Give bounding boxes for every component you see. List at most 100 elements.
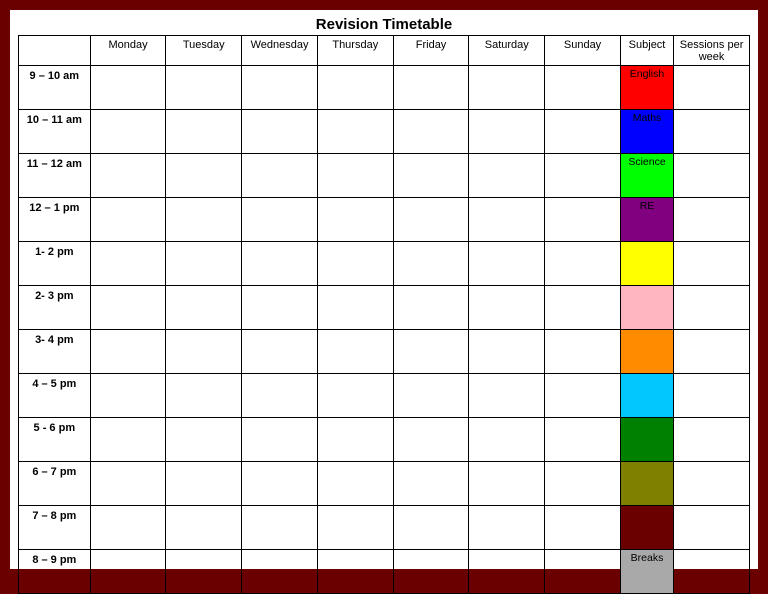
slot-cell <box>242 154 318 198</box>
slot-cell <box>469 550 545 594</box>
subject-cell: Breaks <box>620 550 673 594</box>
header-day-mon: Monday <box>90 36 166 66</box>
time-cell: 1- 2 pm <box>19 242 91 286</box>
slot-cell <box>242 462 318 506</box>
sessions-cell <box>674 154 750 198</box>
header-time <box>19 36 91 66</box>
slot-cell <box>469 330 545 374</box>
subject-cell: Maths <box>620 110 673 154</box>
table-row: 12 – 1 pmRE <box>19 198 750 242</box>
slot-cell <box>166 154 242 198</box>
slot-cell <box>317 198 393 242</box>
subject-cell <box>620 374 673 418</box>
time-cell: 2- 3 pm <box>19 286 91 330</box>
table-row: 6 – 7 pm <box>19 462 750 506</box>
slot-cell <box>317 506 393 550</box>
slot-cell <box>90 374 166 418</box>
slot-cell <box>469 198 545 242</box>
slot-cell <box>317 286 393 330</box>
time-cell: 7 – 8 pm <box>19 506 91 550</box>
table-row: 10 – 11 amMaths <box>19 110 750 154</box>
slot-cell <box>166 242 242 286</box>
header-sessions: Sessions per week <box>674 36 750 66</box>
slot-cell <box>469 374 545 418</box>
header-subject: Subject <box>620 36 673 66</box>
time-cell: 9 – 10 am <box>19 66 91 110</box>
slot-cell <box>469 286 545 330</box>
slot-cell <box>545 374 621 418</box>
slot-cell <box>545 242 621 286</box>
slot-cell <box>393 110 469 154</box>
sessions-cell <box>674 66 750 110</box>
slot-cell <box>90 330 166 374</box>
timetable-page: Revision Timetable Monday Tuesday Wednes… <box>10 10 758 569</box>
slot-cell <box>393 506 469 550</box>
slot-cell <box>242 506 318 550</box>
slot-cell <box>393 418 469 462</box>
slot-cell <box>166 462 242 506</box>
slot-cell <box>393 242 469 286</box>
slot-cell <box>469 66 545 110</box>
slot-cell <box>242 550 318 594</box>
sessions-cell <box>674 242 750 286</box>
slot-cell <box>90 110 166 154</box>
slot-cell <box>317 418 393 462</box>
table-row: 4 – 5 pm <box>19 374 750 418</box>
subject-cell <box>620 506 673 550</box>
table-row: 1- 2 pm <box>19 242 750 286</box>
slot-cell <box>166 506 242 550</box>
slot-cell <box>317 242 393 286</box>
sessions-cell <box>674 418 750 462</box>
slot-cell <box>545 66 621 110</box>
table-row: 9 – 10 am English <box>19 66 750 110</box>
slot-cell <box>166 418 242 462</box>
slot-cell <box>469 242 545 286</box>
slot-cell <box>317 374 393 418</box>
slot-cell <box>90 506 166 550</box>
slot-cell <box>166 286 242 330</box>
subject-cell: English <box>620 66 673 110</box>
time-cell: 5 - 6 pm <box>19 418 91 462</box>
slot-cell <box>469 462 545 506</box>
slot-cell <box>393 66 469 110</box>
time-cell: 3- 4 pm <box>19 330 91 374</box>
slot-cell <box>242 198 318 242</box>
header-day-sun: Sunday <box>545 36 621 66</box>
slot-cell <box>317 550 393 594</box>
sessions-cell <box>674 110 750 154</box>
slot-cell <box>90 418 166 462</box>
time-cell: 12 – 1 pm <box>19 198 91 242</box>
slot-cell <box>90 286 166 330</box>
slot-cell <box>242 110 318 154</box>
slot-cell <box>166 330 242 374</box>
slot-cell <box>166 66 242 110</box>
header-day-sat: Saturday <box>469 36 545 66</box>
slot-cell <box>166 550 242 594</box>
slot-cell <box>242 330 318 374</box>
slot-cell <box>90 550 166 594</box>
slot-cell <box>90 66 166 110</box>
slot-cell <box>242 66 318 110</box>
time-cell: 6 – 7 pm <box>19 462 91 506</box>
table-row: 5 - 6 pm <box>19 418 750 462</box>
slot-cell <box>393 198 469 242</box>
slot-cell <box>242 418 318 462</box>
slot-cell <box>469 418 545 462</box>
header-day-tue: Tuesday <box>166 36 242 66</box>
slot-cell <box>90 198 166 242</box>
slot-cell <box>393 286 469 330</box>
slot-cell <box>393 550 469 594</box>
time-cell: 11 – 12 am <box>19 154 91 198</box>
slot-cell <box>469 154 545 198</box>
sessions-cell <box>674 330 750 374</box>
slot-cell <box>317 154 393 198</box>
time-cell: 8 – 9 pm <box>19 550 91 594</box>
header-day-fri: Friday <box>393 36 469 66</box>
slot-cell <box>317 66 393 110</box>
subject-cell: Science <box>620 154 673 198</box>
timetable: Monday Tuesday Wednesday Thursday Friday… <box>18 35 750 594</box>
slot-cell <box>545 154 621 198</box>
table-row: 7 – 8 pm <box>19 506 750 550</box>
table-row: 8 – 9 pm Breaks <box>19 550 750 594</box>
slot-cell <box>545 110 621 154</box>
